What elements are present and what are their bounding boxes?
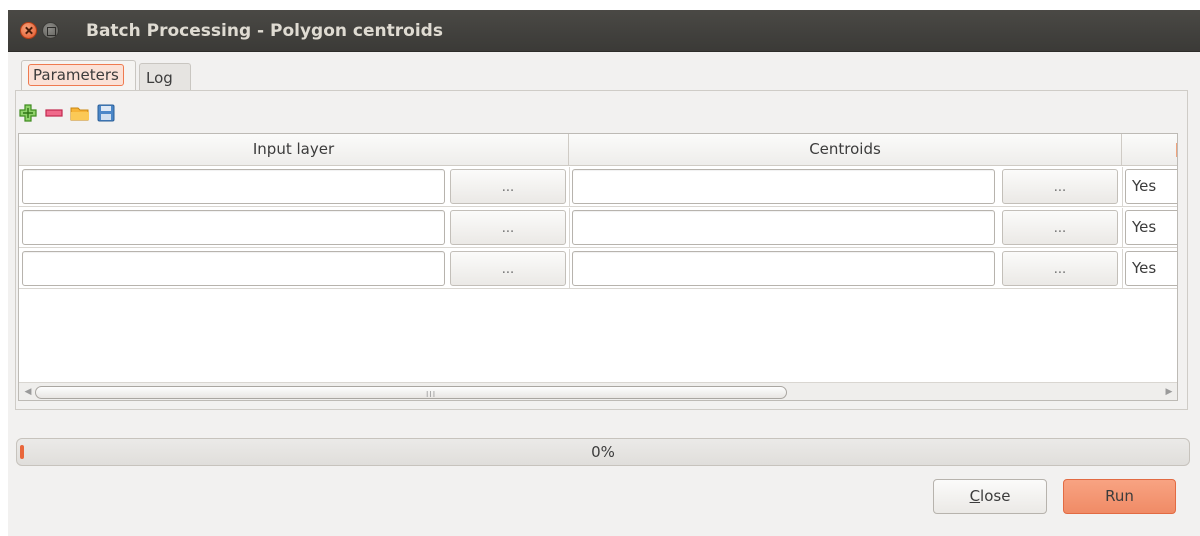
tab-parameters-label: Parameters xyxy=(28,64,124,86)
window-title: Batch Processing - Polygon centroids xyxy=(86,21,443,41)
table-row: ... ... Yes xyxy=(19,249,1177,289)
cell-divider xyxy=(1122,249,1123,289)
centroids-output-field[interactable] xyxy=(572,169,995,204)
run-button[interactable]: Run xyxy=(1063,479,1176,514)
centroids-browse-button[interactable]: ... xyxy=(1002,210,1118,245)
window-close-icon[interactable] xyxy=(20,22,37,39)
remove-row-icon[interactable] xyxy=(44,103,64,123)
centroids-output-field[interactable] xyxy=(572,210,995,245)
column-header-centroids[interactable]: Centroids xyxy=(569,134,1122,166)
input-layer-field[interactable] xyxy=(22,169,445,204)
cell-divider xyxy=(1122,167,1123,207)
close-button[interactable]: Close xyxy=(933,479,1047,514)
centroids-browse-button[interactable]: ... xyxy=(1002,251,1118,286)
cell-divider xyxy=(569,167,570,207)
horizontal-scrollbar[interactable]: ◀ III ▶ xyxy=(19,382,1177,400)
save-icon[interactable] xyxy=(96,103,116,123)
cell-divider xyxy=(569,208,570,248)
input-layer-browse-button[interactable]: ... xyxy=(450,169,566,204)
progress-bar: 0% xyxy=(16,438,1190,466)
title-bar: Batch Processing - Polygon centroids xyxy=(8,10,1200,52)
centroids-output-field[interactable] xyxy=(572,251,995,286)
open-folder-icon[interactable] xyxy=(70,103,90,123)
input-layer-field[interactable] xyxy=(22,210,445,245)
column-header-load-in-qgis[interactable] xyxy=(1122,134,1177,166)
scroll-right-icon[interactable]: ▶ xyxy=(1163,386,1175,398)
cell-divider xyxy=(1122,208,1123,248)
load-in-qgis-select[interactable]: Yes xyxy=(1125,251,1177,286)
tab-log[interactable]: Log xyxy=(139,63,191,91)
column-header-input-layer[interactable]: Input layer xyxy=(19,134,569,166)
input-layer-browse-button[interactable]: ... xyxy=(450,210,566,245)
scroll-left-icon[interactable]: ◀ xyxy=(22,386,34,398)
close-button-label: Close xyxy=(969,487,1011,505)
load-in-qgis-select[interactable]: Yes xyxy=(1125,169,1177,204)
table-header: Input layer Centroids xyxy=(19,134,1177,166)
scrollbar-grip: III xyxy=(426,390,437,399)
input-layer-browse-button[interactable]: ... xyxy=(450,251,566,286)
input-layer-field[interactable] xyxy=(22,251,445,286)
load-in-qgis-select[interactable]: Yes xyxy=(1125,210,1177,245)
table-row: ... ... Yes xyxy=(19,208,1177,248)
window-minimize-icon[interactable] xyxy=(42,22,59,39)
tab-parameters[interactable]: Parameters xyxy=(21,60,136,90)
progress-text: 0% xyxy=(591,443,615,461)
table-row: ... ... Yes xyxy=(19,167,1177,207)
centroids-browse-button[interactable]: ... xyxy=(1002,169,1118,204)
cell-divider xyxy=(569,249,570,289)
batch-table: Input layer Centroids ... ... Yes ... ..… xyxy=(18,133,1178,401)
scrollbar-thumb[interactable]: III xyxy=(35,386,787,399)
add-row-icon[interactable] xyxy=(18,103,38,123)
